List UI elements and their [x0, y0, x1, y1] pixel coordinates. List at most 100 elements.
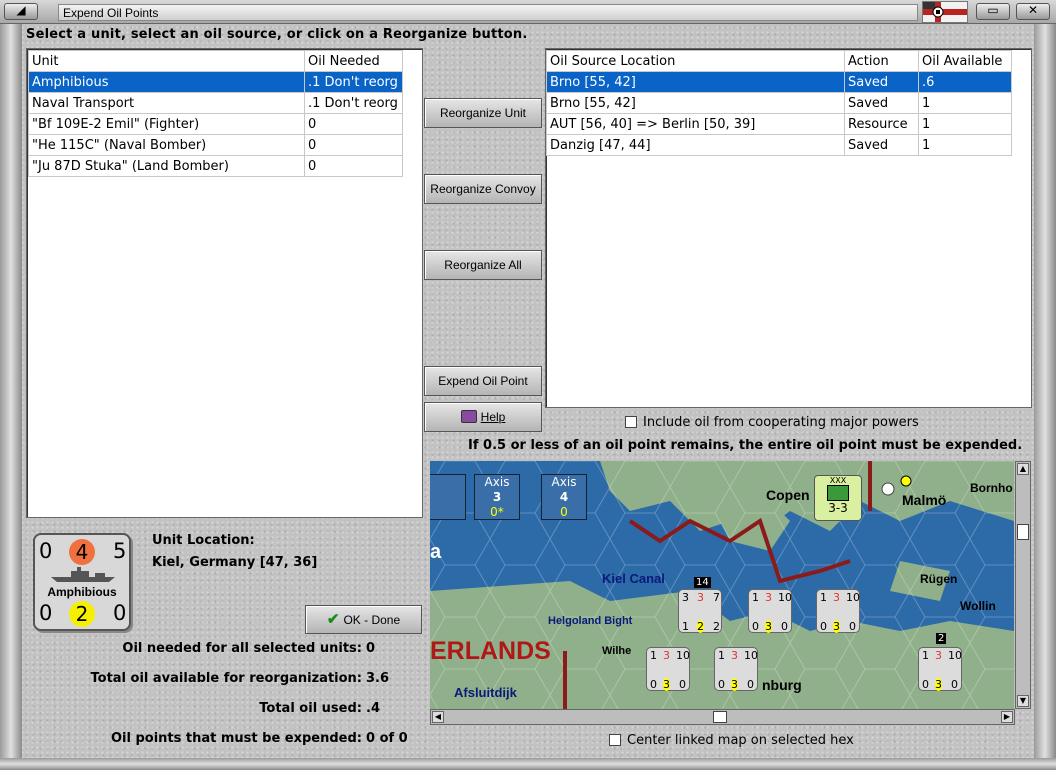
oil-needed-label: Oil needed for all selected units:: [122, 641, 362, 656]
germany-flag-icon: [922, 1, 968, 23]
axis-box-2-num: 4: [559, 490, 569, 504]
oil-source-cell[interactable]: .6: [918, 71, 1012, 93]
oil-source-cell[interactable]: AUT [56, 40] => Berlin [50, 39]: [546, 113, 845, 135]
horizontal-scroll-thumb[interactable]: [713, 711, 727, 723]
map-horizontal-scrollbar[interactable]: ◀ ▶: [430, 709, 1015, 725]
counter-top-left: 0: [39, 539, 53, 563]
scroll-left-arrow-icon[interactable]: ◀: [432, 711, 444, 723]
map-label-helgoland: Helgoland Bight: [548, 615, 633, 627]
naval-counter-6[interactable]: 1 3 10 0 3 0: [918, 647, 962, 691]
window-frame-left: [0, 24, 22, 758]
unit-cell[interactable]: "He 115C" (Naval Bomber): [28, 134, 305, 156]
counter-top-right: 5: [113, 539, 127, 563]
unit-cell[interactable]: .1 Don't reorg: [304, 71, 403, 93]
oil-source-cell[interactable]: Danzig [47, 44]: [546, 134, 845, 156]
column-oil-needed[interactable]: Oil Needed: [304, 50, 403, 72]
total-available-value: 3.6: [366, 671, 390, 686]
counter-bottom-center: 2: [69, 601, 95, 627]
naval-counter-2[interactable]: 1 3 10 0 3 0: [748, 589, 792, 633]
naval-counter-4[interactable]: 1 3 10 0 3 0: [646, 647, 690, 691]
axis-box-2-sub: 0: [560, 505, 568, 519]
include-oil-label: Include oil from cooperating major power…: [643, 415, 919, 430]
reorganize-unit-button[interactable]: Reorganize Unit: [424, 98, 542, 128]
column-oil-source-location[interactable]: Oil Source Location: [546, 50, 845, 72]
unit-cell[interactable]: 0: [304, 113, 403, 135]
axis-box-1-num: 3: [492, 490, 502, 504]
unit-cell[interactable]: Naval Transport: [28, 92, 305, 114]
map-label-kiel-canal: Kiel Canal: [602, 571, 665, 586]
must-expend-label: Oil points that must be expended:: [110, 731, 362, 746]
naval-counter-3[interactable]: 1 3 10 0 3 0: [816, 589, 860, 633]
unit-cell[interactable]: 0: [304, 134, 403, 156]
oil-source-row[interactable]: Brno [55, 42] Saved .6: [546, 71, 1012, 93]
linked-map[interactable]: Axis 3 0* Axis 4 0 XXX 3-3 a Copen Malmö…: [430, 461, 1014, 709]
unit-cell[interactable]: .1 Don't reorg: [304, 92, 403, 114]
reorganize-all-button[interactable]: Reorganize All: [424, 250, 542, 280]
map-label-wilhe: Wilhe: [602, 645, 632, 657]
window-frame-right: [1034, 24, 1056, 758]
map-label-a: a: [430, 541, 442, 563]
total-used-label: Total oil used:: [259, 701, 362, 716]
map-label-nburg: nburg: [762, 677, 802, 693]
vertical-scroll-thumb[interactable]: [1017, 524, 1029, 540]
column-oil-available[interactable]: Oil Available: [918, 50, 1012, 72]
unit-cell[interactable]: Amphibious: [28, 71, 305, 93]
amphibious-ship-icon: [51, 567, 115, 582]
unit-row[interactable]: Amphibious .1 Don't reorg: [28, 71, 403, 93]
checkmark-icon: ✔: [326, 611, 340, 628]
include-oil-checkbox[interactable]: [625, 416, 637, 428]
instruction-text: Select a unit, select an oil source, or …: [26, 27, 528, 42]
scroll-up-arrow-icon[interactable]: ▲: [1017, 463, 1029, 475]
unit-row[interactable]: "Bf 109E-2 Emil" (Fighter) 0: [28, 113, 403, 135]
naval-counter-5[interactable]: 1 3 10 0 3 0: [714, 647, 758, 691]
axis-box-partial: [430, 474, 466, 520]
unit-cell[interactable]: "Bf 109E-2 Emil" (Fighter): [28, 113, 305, 135]
unit-cell[interactable]: 0: [304, 155, 403, 177]
center-linked-checkbox-row[interactable]: Center linked map on selected hex: [609, 733, 854, 748]
oil-source-cell[interactable]: 1: [918, 134, 1012, 156]
total-available-label: Total oil available for reorganization:: [90, 671, 363, 686]
oil-source-panel: Oil Source Location Action Oil Available…: [545, 48, 1032, 408]
minimize-button[interactable]: ▭: [976, 3, 1010, 20]
close-button[interactable]: ✕: [1016, 3, 1050, 20]
unit-row[interactable]: "Ju 87D Stuka" (Land Bomber) 0: [28, 155, 403, 177]
map-label-netherlands: ERLANDS: [430, 637, 551, 665]
corps-counter-value: 3-3: [828, 501, 848, 515]
oil-source-cell[interactable]: 1: [918, 113, 1012, 135]
scroll-down-arrow-icon[interactable]: ▼: [1017, 695, 1029, 707]
system-menu-button[interactable]: ◢: [4, 3, 38, 20]
map-label-afsluitdijk: Afsluitdijk: [454, 685, 517, 700]
oil-source-cell[interactable]: Resource: [844, 113, 919, 135]
oil-source-row[interactable]: Brno [55, 42] Saved 1: [546, 92, 1012, 114]
include-oil-checkbox-row[interactable]: Include oil from cooperating major power…: [625, 415, 919, 430]
oil-source-row[interactable]: AUT [56, 40] => Berlin [50, 39] Resource 1: [546, 113, 1012, 135]
scroll-right-arrow-icon[interactable]: ▶: [1001, 711, 1013, 723]
column-action[interactable]: Action: [844, 50, 919, 72]
oil-source-cell[interactable]: Saved: [844, 134, 919, 156]
reorganize-convoy-button[interactable]: Reorganize Convoy: [424, 174, 542, 204]
oil-source-cell[interactable]: 1: [918, 92, 1012, 114]
units-table-header: Unit Oil Needed: [28, 50, 403, 72]
unit-location-label: Unit Location:: [152, 533, 255, 548]
counter-bottom-left: 0: [39, 601, 53, 625]
ok-done-label: OK - Done: [343, 613, 401, 627]
naval-counter-1[interactable]: 337122: [678, 589, 722, 633]
corps-counter[interactable]: XXX 3-3: [814, 475, 862, 521]
expend-oil-point-button[interactable]: Expend Oil Point: [424, 366, 542, 396]
corps-counter-size: XXX: [829, 476, 847, 485]
map-vertical-scrollbar[interactable]: ▲ ▼: [1015, 461, 1031, 709]
unit-row[interactable]: Naval Transport .1 Don't reorg: [28, 92, 403, 114]
center-linked-checkbox[interactable]: [609, 734, 621, 746]
oil-source-cell[interactable]: Saved: [844, 71, 919, 93]
oil-source-row[interactable]: Danzig [47, 44] Saved 1: [546, 134, 1012, 156]
oil-source-cell[interactable]: Brno [55, 42]: [546, 92, 845, 114]
oil-source-cell[interactable]: Saved: [844, 92, 919, 114]
map-label-copen: Copen: [766, 487, 810, 503]
unit-row[interactable]: "He 115C" (Naval Bomber) 0: [28, 134, 403, 156]
help-button[interactable]: Help: [424, 402, 542, 432]
unit-cell[interactable]: "Ju 87D Stuka" (Land Bomber): [28, 155, 305, 177]
oil-source-cell[interactable]: Brno [55, 42]: [546, 71, 845, 93]
column-unit[interactable]: Unit: [28, 50, 305, 72]
ok-done-button[interactable]: ✔ OK - Done: [305, 605, 422, 634]
axis-box-2-label: Axis: [551, 475, 577, 489]
